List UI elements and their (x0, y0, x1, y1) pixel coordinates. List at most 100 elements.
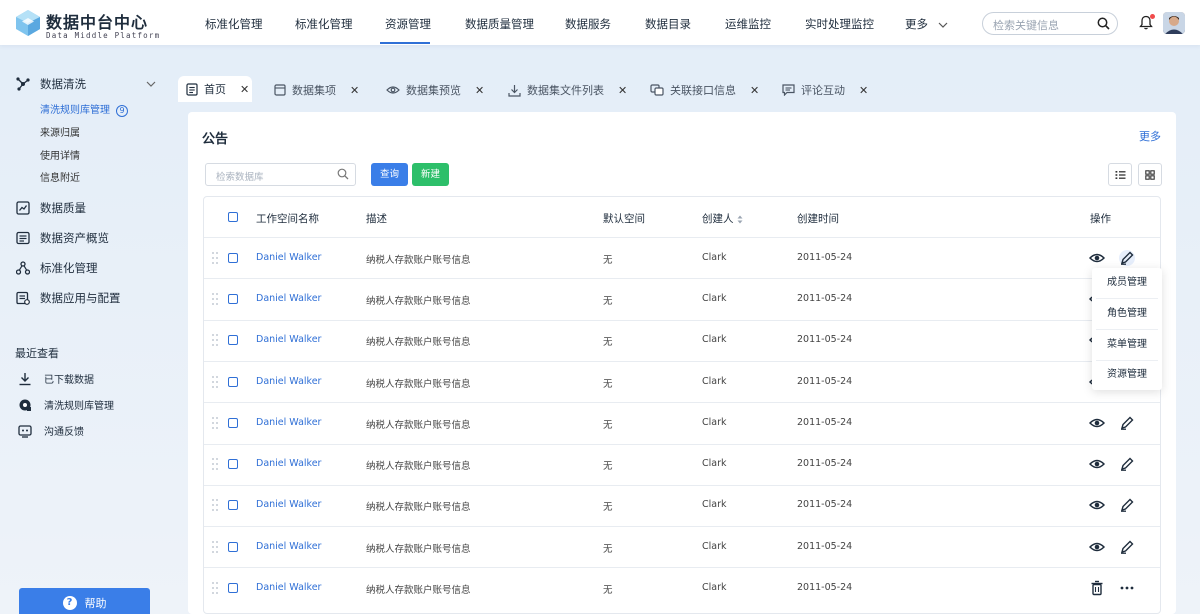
sidebar-group-app-config[interactable]: 数据应用与配置 (16, 290, 121, 306)
nav-item-standardization-2[interactable]: 标准化管理 (295, 16, 353, 32)
edit-icon[interactable] (1119, 415, 1135, 431)
chevron-down-icon[interactable] (146, 80, 156, 88)
column-header-default-space: 默认空间 (603, 213, 645, 225)
nav-item-ops-monitor[interactable]: 运维监控 (725, 16, 771, 32)
menu-item-menus[interactable]: 菜单管理 (1092, 330, 1162, 360)
dataset-icon (274, 84, 286, 96)
recent-item-cleansing-rules[interactable]: 清洗规则库管理 (18, 397, 114, 412)
drag-handle-icon[interactable] (211, 540, 219, 554)
workspace-name-link[interactable]: Daniel Walker (256, 252, 321, 263)
tab-linked-api[interactable]: 关联接口信息 ✕ (650, 78, 759, 102)
row-checkbox[interactable] (228, 541, 238, 552)
drag-handle-icon[interactable] (211, 375, 219, 389)
column-header-creator-label: 创建人 (702, 213, 734, 225)
row-checkbox[interactable] (228, 252, 238, 263)
workspace-name-link[interactable]: Daniel Walker (256, 334, 321, 345)
tab-dataset-files[interactable]: 数据集文件列表 ✕ (508, 78, 627, 102)
view-icon[interactable] (1088, 497, 1106, 513)
avatar[interactable] (1163, 12, 1185, 34)
sidebar-item-cleansing-rules[interactable]: 清洗规则库管理 9 (40, 101, 128, 117)
select-all-checkbox[interactable] (228, 212, 238, 222)
workspace-description: 纳税人存款账户账号信息 (366, 337, 471, 349)
drag-handle-icon[interactable] (211, 416, 219, 430)
close-icon[interactable]: ✕ (240, 83, 249, 96)
eye-icon (386, 86, 400, 94)
new-button[interactable]: 新建 (412, 163, 449, 186)
workspace-name-link[interactable]: Daniel Walker (256, 499, 321, 510)
close-icon[interactable]: ✕ (475, 84, 484, 97)
edit-icon[interactable] (1119, 249, 1135, 266)
workspace-name-link[interactable]: Daniel Walker (256, 417, 321, 428)
database-search-input[interactable]: 检索数据库 (205, 163, 356, 186)
sidebar-group-standardization[interactable]: 标准化管理 (16, 260, 98, 276)
config-icon (16, 291, 30, 305)
sidebar-group-asset-overview[interactable]: 数据资产概览 (16, 230, 109, 246)
close-icon[interactable]: ✕ (859, 84, 868, 97)
view-icon[interactable] (1088, 415, 1106, 431)
drag-handle-icon[interactable] (211, 457, 219, 471)
search-icon[interactable] (1097, 17, 1110, 30)
edit-icon[interactable] (1119, 539, 1135, 555)
row-checkbox[interactable] (228, 459, 238, 470)
sidebar-item-nearby[interactable]: 信息附近 (40, 169, 80, 184)
tab-dataset-items[interactable]: 数据集项 ✕ (274, 78, 359, 102)
close-icon[interactable]: ✕ (618, 84, 627, 97)
workspace-name-link[interactable]: Daniel Walker (256, 582, 321, 593)
nav-item-realtime-monitor[interactable]: 实时处理监控 (805, 16, 874, 32)
recent-item-feedback[interactable]: 沟通反馈 (18, 423, 84, 438)
more-link[interactable]: 更多 (1139, 128, 1161, 144)
view-icon[interactable] (1088, 250, 1106, 266)
tab-comments[interactable]: 评论互动 ✕ (782, 78, 868, 102)
sidebar-group-data-cleansing[interactable]: 数据清洗 (16, 76, 86, 92)
menu-item-roles[interactable]: 角色管理 (1092, 299, 1162, 329)
default-space-value: 无 (603, 337, 613, 349)
nav-more-label: 更多 (905, 17, 928, 31)
nav-item-resources[interactable]: 资源管理 (385, 16, 431, 32)
workspace-name-link[interactable]: Daniel Walker (256, 541, 321, 552)
drag-handle-icon[interactable] (211, 581, 219, 595)
query-button[interactable]: 查询 (371, 163, 408, 186)
tab-label: 数据集文件列表 (527, 84, 604, 97)
close-icon[interactable]: ✕ (750, 84, 759, 97)
recent-item-downloaded[interactable]: 已下载数据 (18, 371, 94, 386)
grid-view-button[interactable] (1138, 163, 1162, 186)
sidebar-item-usage[interactable]: 使用详情 (40, 147, 80, 162)
tab-home[interactable]: 首页 ✕ (178, 76, 252, 102)
sort-icon[interactable] (737, 215, 743, 224)
row-checkbox[interactable] (228, 376, 238, 387)
view-icon[interactable] (1088, 456, 1106, 472)
nav-item-data-catalog[interactable]: 数据目录 (645, 16, 691, 32)
view-icon[interactable] (1088, 539, 1106, 555)
delete-icon[interactable] (1089, 580, 1105, 596)
workspace-name-link[interactable]: Daniel Walker (256, 458, 321, 469)
drag-handle-icon[interactable] (211, 251, 219, 265)
nav-item-data-service[interactable]: 数据服务 (565, 16, 611, 32)
global-search-input[interactable]: 检索关键信息 (982, 12, 1118, 35)
row-checkbox[interactable] (228, 583, 238, 594)
row-checkbox[interactable] (228, 500, 238, 511)
menu-item-members[interactable]: 成员管理 (1092, 268, 1162, 298)
list-view-button[interactable] (1108, 163, 1132, 186)
column-header-creator[interactable]: 创建人 (702, 211, 743, 226)
search-icon[interactable] (337, 168, 349, 180)
nav-item-data-quality[interactable]: 数据质量管理 (465, 16, 534, 32)
workspace-name-link[interactable]: Daniel Walker (256, 376, 321, 387)
edit-icon[interactable] (1119, 456, 1135, 472)
nav-item-standardization[interactable]: 标准化管理 (205, 16, 263, 32)
drag-handle-icon[interactable] (211, 292, 219, 306)
edit-icon[interactable] (1119, 497, 1135, 513)
drag-handle-icon[interactable] (211, 333, 219, 347)
more-options-icon[interactable] (1119, 580, 1135, 596)
row-checkbox[interactable] (228, 293, 238, 304)
help-button[interactable]: ? 帮助 (19, 588, 150, 614)
sidebar-group-data-quality[interactable]: 数据质量 (16, 200, 86, 216)
close-icon[interactable]: ✕ (350, 84, 359, 97)
workspace-name-link[interactable]: Daniel Walker (256, 293, 321, 304)
drag-handle-icon[interactable] (211, 498, 219, 512)
menu-item-resources[interactable]: 资源管理 (1092, 360, 1162, 390)
sidebar-item-source[interactable]: 来源归属 (40, 124, 80, 139)
row-checkbox[interactable] (228, 335, 238, 346)
nav-item-more[interactable]: 更多 (905, 16, 948, 32)
row-checkbox[interactable] (228, 417, 238, 428)
tab-dataset-preview[interactable]: 数据集预览 ✕ (386, 78, 484, 102)
